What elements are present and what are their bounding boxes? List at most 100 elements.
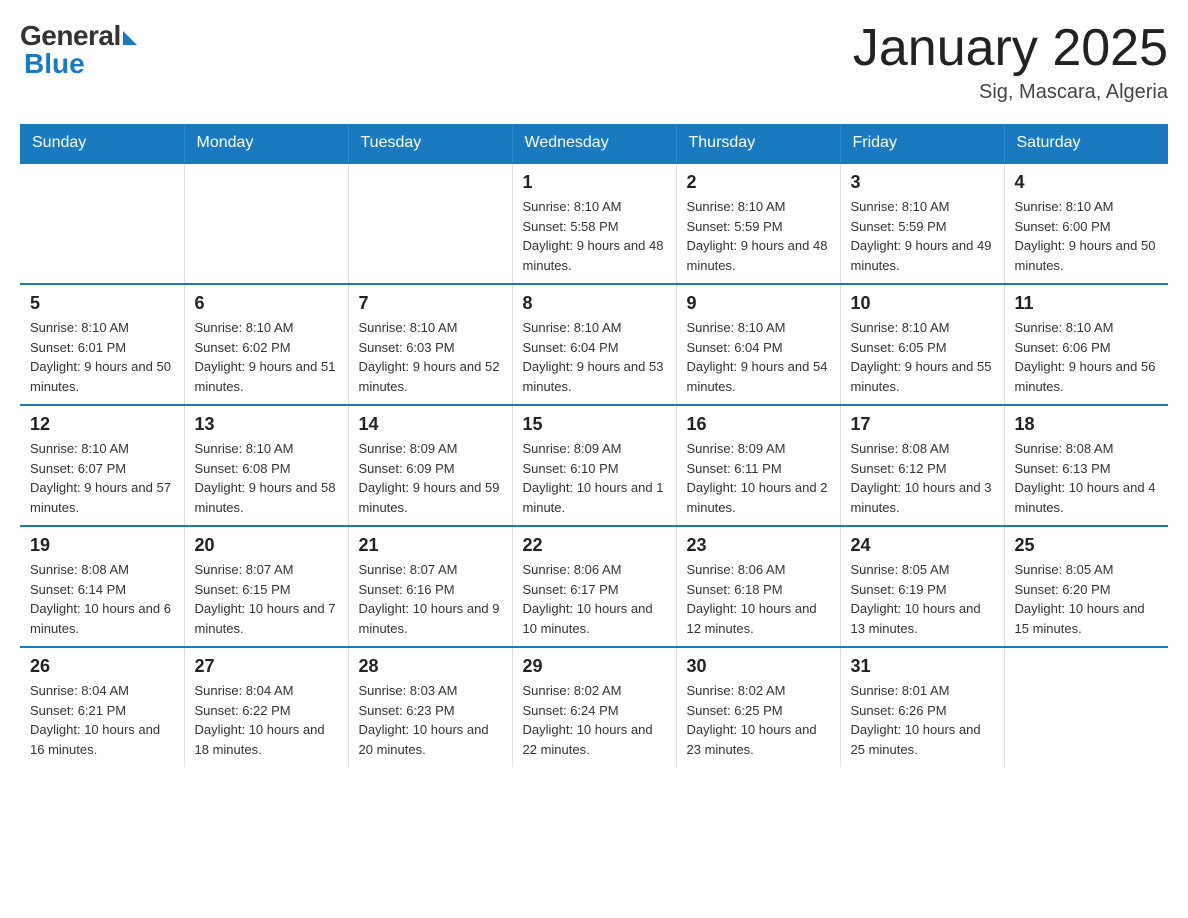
calendar-table: SundayMondayTuesdayWednesdayThursdayFrid… — [20, 124, 1168, 767]
day-info: Sunrise: 8:02 AM Sunset: 6:24 PM Dayligh… — [523, 681, 666, 759]
day-info: Sunrise: 8:06 AM Sunset: 6:18 PM Dayligh… — [687, 560, 830, 638]
day-number: 20 — [195, 535, 338, 556]
day-number: 1 — [523, 172, 666, 193]
day-number: 8 — [523, 293, 666, 314]
calendar-week-row: 26 Sunrise: 8:04 AM Sunset: 6:21 PM Dayli… — [20, 647, 1168, 767]
day-number: 28 — [359, 656, 502, 677]
day-info: Sunrise: 8:08 AM Sunset: 6:14 PM Dayligh… — [30, 560, 174, 638]
day-info: Sunrise: 8:10 AM Sunset: 6:03 PM Dayligh… — [359, 318, 502, 396]
calendar-cell: 7 Sunrise: 8:10 AM Sunset: 6:03 PM Daylig… — [348, 284, 512, 405]
calendar-day-header: Thursday — [676, 124, 840, 163]
day-number: 18 — [1015, 414, 1159, 435]
day-number: 31 — [851, 656, 994, 677]
day-number: 23 — [687, 535, 830, 556]
calendar-cell: 21 Sunrise: 8:07 AM Sunset: 6:16 PM Dayli… — [348, 526, 512, 647]
day-info: Sunrise: 8:03 AM Sunset: 6:23 PM Dayligh… — [359, 681, 502, 759]
calendar-subtitle: Sig, Mascara, Algeria — [853, 81, 1168, 104]
day-info: Sunrise: 8:10 AM Sunset: 6:08 PM Dayligh… — [195, 439, 338, 517]
day-info: Sunrise: 8:10 AM Sunset: 6:06 PM Dayligh… — [1015, 318, 1159, 396]
day-info: Sunrise: 8:08 AM Sunset: 6:13 PM Dayligh… — [1015, 439, 1159, 517]
calendar-cell: 27 Sunrise: 8:04 AM Sunset: 6:22 PM Dayli… — [184, 647, 348, 767]
day-info: Sunrise: 8:09 AM Sunset: 6:09 PM Dayligh… — [359, 439, 502, 517]
calendar-cell: 28 Sunrise: 8:03 AM Sunset: 6:23 PM Dayli… — [348, 647, 512, 767]
day-info: Sunrise: 8:04 AM Sunset: 6:21 PM Dayligh… — [30, 681, 174, 759]
day-info: Sunrise: 8:02 AM Sunset: 6:25 PM Dayligh… — [687, 681, 830, 759]
day-number: 5 — [30, 293, 174, 314]
calendar-day-header: Saturday — [1004, 124, 1168, 163]
day-info: Sunrise: 8:09 AM Sunset: 6:11 PM Dayligh… — [687, 439, 830, 517]
day-number: 15 — [523, 414, 666, 435]
day-info: Sunrise: 8:10 AM Sunset: 5:58 PM Dayligh… — [523, 197, 666, 275]
logo: General Blue — [20, 20, 137, 80]
calendar-title: January 2025 — [853, 20, 1168, 77]
calendar-day-header: Tuesday — [348, 124, 512, 163]
calendar-week-row: 19 Sunrise: 8:08 AM Sunset: 6:14 PM Dayli… — [20, 526, 1168, 647]
day-number: 7 — [359, 293, 502, 314]
calendar-cell: 18 Sunrise: 8:08 AM Sunset: 6:13 PM Dayli… — [1004, 405, 1168, 526]
day-number: 30 — [687, 656, 830, 677]
day-number: 22 — [523, 535, 666, 556]
day-info: Sunrise: 8:08 AM Sunset: 6:12 PM Dayligh… — [851, 439, 994, 517]
day-number: 26 — [30, 656, 174, 677]
calendar-day-header: Sunday — [20, 124, 184, 163]
day-info: Sunrise: 8:05 AM Sunset: 6:20 PM Dayligh… — [1015, 560, 1159, 638]
day-number: 21 — [359, 535, 502, 556]
day-info: Sunrise: 8:10 AM Sunset: 6:01 PM Dayligh… — [30, 318, 174, 396]
calendar-cell: 25 Sunrise: 8:05 AM Sunset: 6:20 PM Dayli… — [1004, 526, 1168, 647]
calendar-week-row: 5 Sunrise: 8:10 AM Sunset: 6:01 PM Daylig… — [20, 284, 1168, 405]
day-number: 9 — [687, 293, 830, 314]
calendar-cell — [1004, 647, 1168, 767]
day-info: Sunrise: 8:10 AM Sunset: 5:59 PM Dayligh… — [851, 197, 994, 275]
day-number: 17 — [851, 414, 994, 435]
day-number: 29 — [523, 656, 666, 677]
logo-blue-text: Blue — [24, 48, 85, 80]
day-number: 25 — [1015, 535, 1159, 556]
calendar-header-row: SundayMondayTuesdayWednesdayThursdayFrid… — [20, 124, 1168, 163]
calendar-day-header: Friday — [840, 124, 1004, 163]
day-info: Sunrise: 8:01 AM Sunset: 6:26 PM Dayligh… — [851, 681, 994, 759]
day-number: 27 — [195, 656, 338, 677]
title-section: January 2025 Sig, Mascara, Algeria — [853, 20, 1168, 104]
day-number: 10 — [851, 293, 994, 314]
day-number: 2 — [687, 172, 830, 193]
day-number: 19 — [30, 535, 174, 556]
page-header: General Blue January 2025 Sig, Mascara, … — [20, 20, 1168, 104]
calendar-cell: 11Sunrise: 8:10 AM Sunset: 6:06 PM Dayli… — [1004, 284, 1168, 405]
calendar-cell: 9Sunrise: 8:10 AM Sunset: 6:04 PM Daylig… — [676, 284, 840, 405]
calendar-week-row: 12Sunrise: 8:10 AM Sunset: 6:07 PM Dayli… — [20, 405, 1168, 526]
calendar-cell: 30 Sunrise: 8:02 AM Sunset: 6:25 PM Dayli… — [676, 647, 840, 767]
calendar-cell — [20, 163, 184, 284]
day-number: 16 — [687, 414, 830, 435]
calendar-cell: 6 Sunrise: 8:10 AM Sunset: 6:02 PM Daylig… — [184, 284, 348, 405]
calendar-cell — [184, 163, 348, 284]
calendar-cell: 31 Sunrise: 8:01 AM Sunset: 6:26 PM Dayli… — [840, 647, 1004, 767]
calendar-day-header: Wednesday — [512, 124, 676, 163]
calendar-cell: 29 Sunrise: 8:02 AM Sunset: 6:24 PM Dayli… — [512, 647, 676, 767]
day-number: 4 — [1015, 172, 1159, 193]
calendar-cell: 10 Sunrise: 8:10 AM Sunset: 6:05 PM Dayli… — [840, 284, 1004, 405]
day-info: Sunrise: 8:10 AM Sunset: 6:02 PM Dayligh… — [195, 318, 338, 396]
calendar-cell: 15 Sunrise: 8:09 AM Sunset: 6:10 PM Dayli… — [512, 405, 676, 526]
day-number: 14 — [359, 414, 502, 435]
day-info: Sunrise: 8:04 AM Sunset: 6:22 PM Dayligh… — [195, 681, 338, 759]
day-info: Sunrise: 8:07 AM Sunset: 6:15 PM Dayligh… — [195, 560, 338, 638]
calendar-cell: 3Sunrise: 8:10 AM Sunset: 5:59 PM Daylig… — [840, 163, 1004, 284]
day-info: Sunrise: 8:10 AM Sunset: 6:05 PM Dayligh… — [851, 318, 994, 396]
day-number: 24 — [851, 535, 994, 556]
day-info: Sunrise: 8:07 AM Sunset: 6:16 PM Dayligh… — [359, 560, 502, 638]
calendar-cell: 16 Sunrise: 8:09 AM Sunset: 6:11 PM Dayli… — [676, 405, 840, 526]
day-number: 6 — [195, 293, 338, 314]
day-info: Sunrise: 8:10 AM Sunset: 5:59 PM Dayligh… — [687, 197, 830, 275]
day-info: Sunrise: 8:10 AM Sunset: 6:00 PM Dayligh… — [1015, 197, 1159, 275]
calendar-cell: 22 Sunrise: 8:06 AM Sunset: 6:17 PM Dayli… — [512, 526, 676, 647]
calendar-day-header: Monday — [184, 124, 348, 163]
calendar-cell: 4 Sunrise: 8:10 AM Sunset: 6:00 PM Daylig… — [1004, 163, 1168, 284]
calendar-cell: 5 Sunrise: 8:10 AM Sunset: 6:01 PM Daylig… — [20, 284, 184, 405]
calendar-cell: 24 Sunrise: 8:05 AM Sunset: 6:19 PM Dayli… — [840, 526, 1004, 647]
day-info: Sunrise: 8:06 AM Sunset: 6:17 PM Dayligh… — [523, 560, 666, 638]
day-info: Sunrise: 8:09 AM Sunset: 6:10 PM Dayligh… — [523, 439, 666, 517]
calendar-week-row: 1 Sunrise: 8:10 AM Sunset: 5:58 PM Daylig… — [20, 163, 1168, 284]
calendar-cell: 12Sunrise: 8:10 AM Sunset: 6:07 PM Dayli… — [20, 405, 184, 526]
day-info: Sunrise: 8:05 AM Sunset: 6:19 PM Dayligh… — [851, 560, 994, 638]
calendar-cell — [348, 163, 512, 284]
